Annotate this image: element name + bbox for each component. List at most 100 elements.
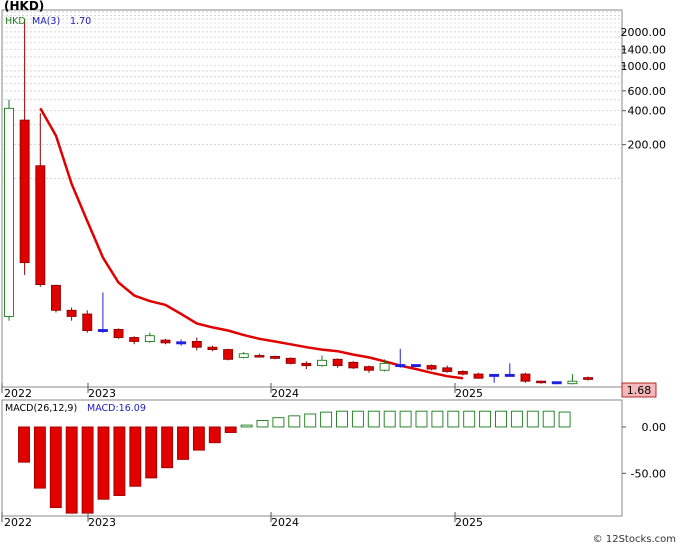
- candle-body: [4, 107, 14, 317]
- macd-bar: [113, 426, 126, 496]
- candle-body: [19, 119, 30, 264]
- candle-body: [489, 373, 500, 377]
- x-axis-label: 2024: [271, 387, 299, 400]
- candle-body: [317, 359, 327, 367]
- macd-bar: [97, 426, 110, 500]
- macd-bar: [145, 426, 158, 479]
- macd-bar: [510, 410, 523, 428]
- last-price-label: 1.68: [627, 384, 652, 397]
- candle-body: [97, 329, 108, 332]
- x-axis-label: 2022: [4, 387, 32, 400]
- candle-body: [426, 365, 437, 370]
- macd-bar: [49, 426, 62, 509]
- candle-body: [567, 380, 578, 385]
- candle-body: [191, 341, 202, 348]
- macd-bar: [177, 426, 189, 460]
- macd-bar: [447, 410, 460, 428]
- stock-chart: 2000.001400.001000.00600.00400.00200.00 …: [1, 0, 676, 545]
- macd-bar: [33, 426, 46, 489]
- candle-body: [520, 373, 531, 382]
- candle-body: [35, 165, 46, 286]
- candle-body: [285, 357, 296, 364]
- candle-body: [473, 373, 484, 379]
- x-axis-label: 2022: [4, 516, 32, 529]
- chart-title: (HKD): [4, 0, 44, 13]
- candle-body: [254, 355, 265, 358]
- macd-y-tick-label: 0.00: [642, 421, 667, 434]
- macd-y-tick-label: -50.00: [631, 467, 666, 480]
- legend-ma-value: 1.70: [70, 16, 91, 27]
- macd-bar: [288, 415, 301, 428]
- footer-credit: © 12Stocks.com: [593, 534, 676, 545]
- candle-body: [270, 356, 280, 359]
- macd-bar: [81, 426, 94, 514]
- macd-bar: [272, 417, 285, 428]
- candle-body: [395, 364, 406, 368]
- price-panel: [1, 9, 623, 388]
- candle-body: [82, 313, 93, 331]
- price-y-tick-label: 600.00: [628, 85, 667, 98]
- candle-body: [301, 362, 312, 367]
- macd-bar: [161, 426, 174, 469]
- candle-body: [113, 328, 124, 338]
- macd-bar: [18, 426, 30, 463]
- macd-bar: [65, 426, 78, 514]
- price-y-axis: 2000.00 1400.00 1000.00 600.00 400.00 200.00: [621, 26, 667, 152]
- macd-bar: [351, 410, 364, 428]
- macd-bar: [558, 411, 571, 428]
- candle-body: [410, 364, 421, 368]
- candle-body: [144, 335, 155, 342]
- macd-bar: [320, 411, 333, 428]
- macd-bar: [526, 410, 539, 428]
- macd-bar: [304, 413, 317, 428]
- candle-body: [442, 367, 453, 372]
- price-y-tick-label: 1400.00: [621, 43, 667, 56]
- macd-bar: [431, 410, 444, 428]
- price-y-tick-label: 1000.00: [621, 60, 667, 73]
- candle-body: [66, 309, 77, 317]
- candle-body: [457, 371, 468, 375]
- candle-body: [223, 349, 234, 360]
- macd-bar: [240, 424, 253, 428]
- candle-body: [583, 377, 593, 380]
- candle-body: [51, 284, 61, 311]
- macd-bar: [129, 426, 142, 487]
- legend-ma-name: MA(3): [32, 16, 60, 27]
- macd-bar: [336, 410, 348, 428]
- legend-symbol: HKD: [5, 16, 26, 27]
- macd-bar: [542, 410, 555, 428]
- macd-bar: [367, 410, 380, 428]
- price-y-tick-label: 400.00: [628, 105, 667, 118]
- candle-body: [238, 353, 249, 358]
- x-axis-label: 2025: [455, 516, 483, 529]
- macd-bar: [192, 426, 205, 451]
- x-axis-label: 2024: [271, 516, 299, 529]
- macd-legend-name: MACD(26,12,9): [5, 403, 77, 414]
- candle-body: [504, 373, 515, 377]
- macd-bar: [256, 420, 269, 428]
- candle-body: [176, 341, 187, 345]
- macd-bar: [383, 410, 396, 428]
- macd-legend-value: MACD:16.09: [87, 403, 146, 414]
- macd-y-axis: 0.00 -50.00: [622, 421, 666, 480]
- x-axis-label: 2023: [88, 516, 116, 529]
- candle-body: [160, 339, 171, 344]
- candle-body: [536, 380, 547, 384]
- price-y-tick-label: 200.00: [628, 139, 667, 152]
- macd-bar: [224, 426, 237, 433]
- macd-bar: [208, 426, 221, 444]
- x-axis-label: 2023: [88, 387, 116, 400]
- candle-body: [551, 381, 562, 385]
- candle-body: [379, 362, 390, 371]
- candle-body: [332, 358, 343, 367]
- macd-bar: [495, 410, 507, 428]
- candle-body: [348, 361, 359, 369]
- candle-body: [129, 337, 140, 342]
- price-y-tick-label: 2000.00: [621, 26, 667, 39]
- candle-body: [364, 366, 374, 371]
- macd-bar: [415, 410, 428, 428]
- macd-bar: [463, 410, 476, 428]
- macd-bar: [479, 410, 492, 428]
- macd-bar: [399, 410, 412, 428]
- x-axis-label: 2025: [455, 387, 483, 400]
